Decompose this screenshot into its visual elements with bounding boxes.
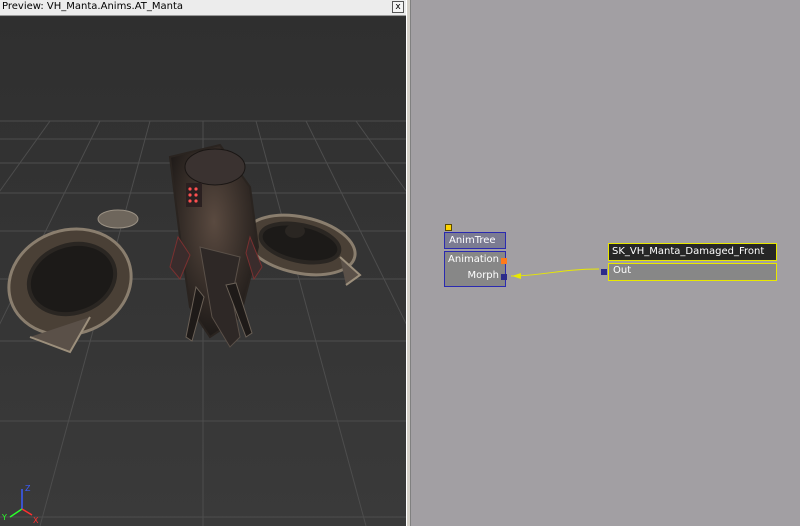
node-select-handle[interactable] [445,224,452,231]
out-output-label: Out [613,265,632,276]
preview-titlebar: Preview: VH_Manta.Anims.AT_Manta x [0,0,406,16]
morph-link-wire[interactable] [510,268,600,277]
morph-sequence-node[interactable]: SK_VH_Manta_Damaged_Front Out [601,243,777,281]
3d-viewport[interactable]: Z Y X [0,17,406,526]
preview-title: Preview: VH_Manta.Anims.AT_Manta [2,1,184,12]
link-arrow-icon [512,273,521,279]
axis-x-label: X [33,516,39,525]
axis-y-label: Y [1,513,7,522]
morph-sequence-node-body: Out [601,263,777,281]
animtree-node[interactable]: AnimTree Animation Morph [444,232,507,288]
animation-input-label: Animation [448,254,499,265]
animtree-graph-canvas[interactable]: AnimTree Animation Morph SK_VH_Manta_Dam… [411,0,800,526]
morph-sequence-node-title: SK_VH_Manta_Damaged_Front [608,243,777,261]
axis-z-label: Z [25,484,31,493]
morph-input-connector[interactable] [501,274,507,280]
morph-input-label: Morph [467,270,499,281]
close-button[interactable]: x [392,1,404,13]
animation-input-connector[interactable] [501,258,507,264]
preview-pane: Preview: VH_Manta.Anims.AT_Manta x Z Y X [0,0,407,526]
animtree-node-title: AnimTree [444,232,506,249]
out-output-connector[interactable] [601,269,607,275]
animtree-node-body: Animation Morph [444,251,507,287]
